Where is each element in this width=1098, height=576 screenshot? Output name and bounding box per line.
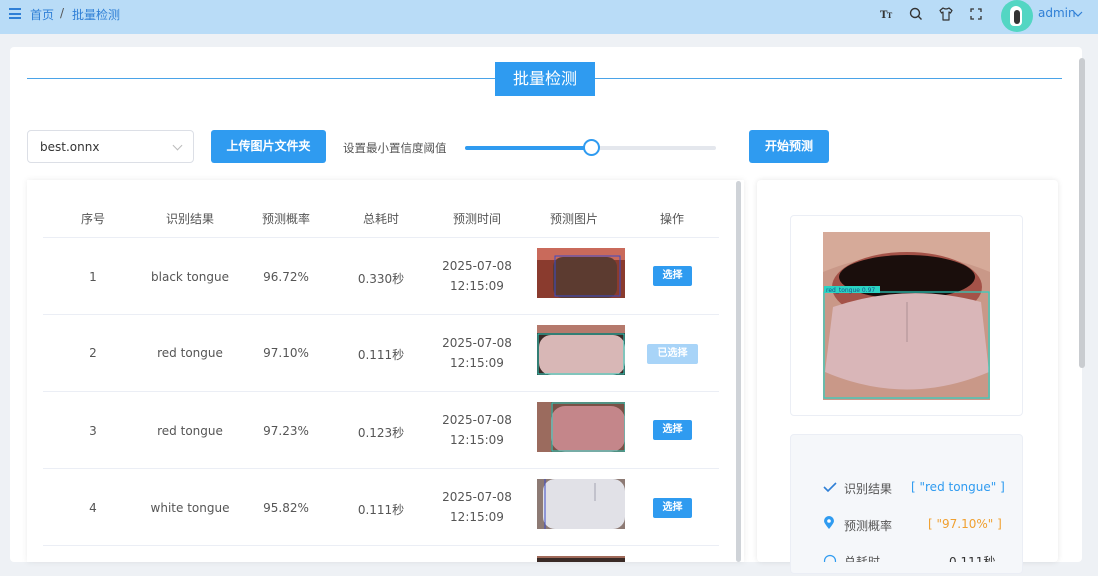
row-thumbnail <box>537 479 625 529</box>
row-probability: 96.72% <box>263 270 309 284</box>
column-header-time-cost: 总耗时 <box>362 212 400 226</box>
selected-button[interactable]: 已选择 <box>647 344 698 364</box>
probability-label: 预测概率 <box>844 519 893 533</box>
row-divider <box>43 314 719 315</box>
probability-value: [ "97.10%" ] <box>928 517 1002 531</box>
row-predict-date: 2025-07-08 <box>442 259 512 273</box>
row-probability: 97.23% <box>263 424 309 438</box>
result-value: [ "red tongue" ] <box>911 480 1005 494</box>
page-scrollbar[interactable] <box>1079 58 1085 368</box>
model-select[interactable]: best.onnx <box>27 130 194 163</box>
breadcrumb-current: 批量检测 <box>72 8 121 22</box>
column-header-result: 识别结果 <box>165 212 215 226</box>
preview-image: red_tongue 0.97 <box>823 232 990 400</box>
row-time-cost: 0.111秒 <box>357 348 405 362</box>
svg-text:T: T <box>887 11 893 20</box>
breadcrumb-home[interactable]: 首页 <box>30 6 54 23</box>
row-predict-clock: 12:15:09 <box>450 433 504 447</box>
top-bar: 首页 / 批量检测 T T admin <box>0 0 1098 34</box>
row-result: red tongue <box>157 424 223 438</box>
row-result: black tongue <box>151 270 229 284</box>
row-predict-date: 2025-07-08 <box>442 336 512 350</box>
threshold-label: 设置最小置信度阈值 <box>343 141 447 155</box>
font-size-icon[interactable]: T T <box>878 6 894 22</box>
row-predict-clock: 12:15:09 <box>450 356 504 370</box>
upload-folder-button[interactable]: 上传图片文件夹 <box>211 130 326 163</box>
threshold-slider[interactable] <box>465 139 716 156</box>
username[interactable]: admin <box>1038 6 1076 20</box>
fullscreen-icon[interactable] <box>968 6 984 22</box>
row-probability: 97.10% <box>263 346 309 360</box>
row-thumbnail <box>537 556 625 562</box>
clock-icon <box>823 554 837 562</box>
select-button[interactable]: 选择 <box>653 420 692 440</box>
column-header-predict-time: 预测时间 <box>452 212 502 226</box>
row-predict-date: 2025-07-08 <box>442 413 512 427</box>
row-index: 3 <box>89 424 97 438</box>
row-index: 1 <box>89 270 97 284</box>
column-header-index: 序号 <box>80 212 106 226</box>
model-select-value: best.onnx <box>40 140 100 154</box>
row-time-cost: 0.330秒 <box>357 272 405 286</box>
menu-toggle-icon[interactable] <box>9 8 21 19</box>
row-thumbnail <box>537 248 625 298</box>
chevron-down-icon[interactable] <box>1073 10 1083 18</box>
column-header-image: 预测图片 <box>549 212 599 226</box>
chevron-down-icon <box>172 140 183 151</box>
page-title: 批量检测 <box>495 62 595 96</box>
threshold-slider-handle[interactable] <box>582 139 600 156</box>
row-probability: 95.82% <box>263 501 309 515</box>
threshold-slider-fill <box>465 146 591 150</box>
bbox-label: red_tongue 0.97 <box>826 287 875 294</box>
row-predict-clock: 12:15:09 <box>450 279 504 293</box>
time-cost-value: 0.111秒 <box>949 555 996 562</box>
row-index: 2 <box>89 346 97 360</box>
select-button[interactable]: 选择 <box>653 498 692 518</box>
row-predict-date: 2025-07-08 <box>442 490 512 504</box>
row-divider <box>43 468 719 469</box>
row-predict-clock: 12:15:09 <box>450 510 504 524</box>
shirt-icon[interactable] <box>938 6 954 22</box>
start-predict-button[interactable]: 开始预测 <box>749 130 829 163</box>
row-thumbnail <box>537 402 625 452</box>
row-divider <box>43 391 719 392</box>
time-cost-row-clip: 总耗时 0.111秒 <box>840 553 1000 562</box>
result-label: 识别结果 <box>844 482 893 496</box>
search-icon[interactable] <box>908 6 924 22</box>
row-result: red tongue <box>157 346 223 360</box>
row-time-cost: 0.123秒 <box>357 426 405 440</box>
time-cost-label: 总耗时 <box>844 555 881 562</box>
row-time-cost: 0.111秒 <box>357 503 405 517</box>
row-divider <box>43 237 719 238</box>
row-divider <box>43 545 719 546</box>
row-index: 4 <box>89 501 97 515</box>
breadcrumb-separator: / <box>60 6 65 20</box>
select-button[interactable]: 选择 <box>653 266 692 286</box>
check-icon <box>823 482 837 493</box>
avatar[interactable] <box>1001 0 1033 32</box>
location-pin-icon <box>824 516 834 529</box>
row-result: white tongue <box>150 501 230 515</box>
row-thumbnail <box>537 325 625 375</box>
table-scrollbar[interactable] <box>736 181 741 562</box>
column-header-action: 操作 <box>659 212 685 226</box>
column-header-probability: 预测概率 <box>261 212 311 226</box>
